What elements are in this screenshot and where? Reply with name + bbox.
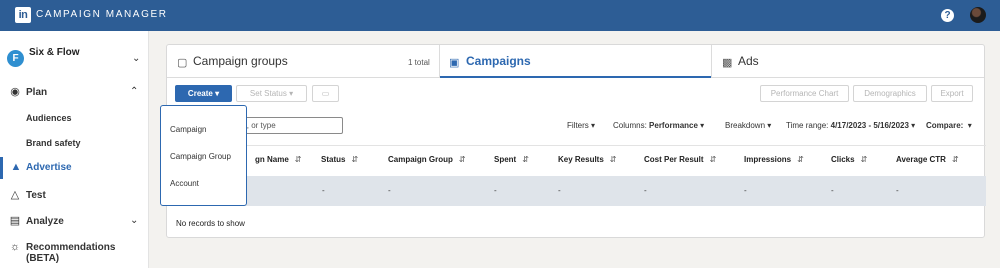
- delete-button[interactable]: ▭: [312, 85, 339, 102]
- filters-label: Filters: [567, 121, 589, 130]
- column-header[interactable]: gn Name ⇵: [255, 155, 302, 164]
- table-cell: -: [644, 186, 647, 195]
- campaign-icon: ▣: [449, 57, 460, 69]
- sidebar-item-advertise[interactable]: ▲ Advertise: [0, 157, 149, 179]
- columns-dropdown[interactable]: Columns: Performance ▾: [613, 121, 704, 130]
- sort-icon: ⇵: [860, 155, 868, 164]
- chevron-down-icon: ⌄: [132, 53, 141, 64]
- column-header[interactable]: Key Results ⇵: [558, 155, 617, 164]
- demographics-button[interactable]: Demographics: [853, 85, 927, 102]
- set-status-button[interactable]: Set Status ▾: [236, 85, 307, 102]
- table-cell: -: [744, 186, 747, 195]
- chevron-up-icon: ⌃: [130, 86, 139, 97]
- sidebar-item-plan[interactable]: ◉ Plan ⌃: [0, 82, 149, 104]
- tab-campaign-groups[interactable]: ▢ Campaign groups 1 total: [167, 45, 439, 78]
- table-header: gn Name ⇵ Status ⇵ Campaign Group ⇵ Spent ⇵ …: [167, 145, 986, 174]
- columns-label: Columns:: [613, 121, 647, 130]
- sidebar-item-audiences[interactable]: Audiences: [0, 108, 149, 130]
- sidebar-item-brand-safety[interactable]: Brand safety: [0, 133, 149, 155]
- chevron-down-icon: ⌄: [130, 215, 139, 226]
- column-header[interactable]: Cost Per Result ⇵: [644, 155, 716, 164]
- breakdown-dropdown[interactable]: Breakdown ▾: [725, 121, 771, 130]
- account-selector[interactable]: F Six & Flow ⌄: [7, 44, 142, 74]
- table-cell: -: [896, 186, 899, 195]
- tab-label: Campaign groups: [193, 54, 288, 68]
- menu-item-campaign[interactable]: Campaign: [170, 125, 206, 134]
- table-cell: -: [831, 186, 834, 195]
- caret-down-icon: ▾: [215, 89, 220, 98]
- sort-icon: ⇵: [351, 155, 359, 164]
- tab-ads[interactable]: ▩ Ads: [712, 45, 984, 78]
- sidebar-item-label: Plan: [26, 87, 48, 98]
- sidebar-item-label: Brand safety: [26, 138, 81, 148]
- sidebar: F Six & Flow ⌄ ◉ Plan ⌃ Audiences Brand …: [0, 31, 149, 268]
- flask-icon: △: [10, 189, 20, 201]
- performance-chart-button[interactable]: Performance Chart: [760, 85, 849, 102]
- sidebar-item-label: Test: [26, 190, 46, 201]
- sort-icon: ⇵: [797, 155, 804, 164]
- app-title: CAMPAIGN MANAGER: [36, 9, 168, 20]
- column-header[interactable]: Clicks ⇵: [831, 155, 867, 164]
- filters-dropdown[interactable]: Filters ▾: [567, 121, 595, 130]
- table-cell: -: [494, 186, 497, 195]
- sidebar-item-test[interactable]: △ Test: [0, 185, 149, 207]
- time-range-selector[interactable]: Time range: 4/17/2023 - 5/16/2023 ▾: [786, 121, 915, 130]
- compare-dropdown[interactable]: Compare: ▾: [926, 121, 972, 130]
- sort-icon: ⇵: [458, 155, 466, 164]
- sidebar-item-label: Recommendations (BETA): [26, 242, 116, 264]
- help-icon[interactable]: ?: [941, 9, 954, 22]
- sidebar-item-analyze[interactable]: ▤ Analyze ⌄: [0, 211, 149, 233]
- time-range-value: 4/17/2023 - 5/16/2023: [830, 121, 909, 130]
- sort-icon: ⇵: [609, 155, 617, 164]
- account-icon: F: [7, 50, 24, 67]
- campaigns-panel: ▢ Campaign groups 1 total ▣ Campaigns ▩ …: [166, 44, 986, 238]
- set-status-label: Set Status: [249, 89, 287, 98]
- folder-icon: ▢: [177, 57, 188, 69]
- column-header[interactable]: Impressions ⇵: [744, 155, 804, 164]
- lightbulb-icon: ☼: [9, 241, 21, 253]
- avatar[interactable]: [970, 7, 986, 23]
- table-cell: -: [388, 186, 391, 195]
- tab-label: Ads: [738, 54, 759, 68]
- sort-icon: ⇵: [294, 155, 302, 164]
- caret-down-icon: ▾: [289, 89, 294, 98]
- sidebar-item-label: Analyze: [26, 216, 64, 227]
- column-header[interactable]: Spent ⇵: [494, 155, 529, 164]
- ad-icon: ▩: [722, 57, 733, 69]
- sort-icon: ⇵: [522, 155, 529, 164]
- column-header[interactable]: Campaign Group ⇵: [388, 155, 466, 164]
- compass-icon: ◉: [10, 86, 20, 98]
- tab-count: 1 total: [408, 58, 430, 67]
- export-button[interactable]: Export: [931, 85, 973, 102]
- account-name: Six & Flow: [29, 47, 80, 58]
- table-row[interactable]: - - - - - - - -: [167, 176, 986, 206]
- compare-label: Compare:: [926, 121, 964, 130]
- table-cell: -: [558, 186, 561, 195]
- column-header[interactable]: Average CTR ⇵: [896, 155, 959, 164]
- create-label: Create: [187, 89, 213, 98]
- sort-icon: ⇵: [709, 155, 717, 164]
- time-range-label: Time range:: [786, 121, 829, 130]
- create-menu: Campaign Campaign Group Account: [160, 105, 247, 206]
- menu-item-account[interactable]: Account: [170, 179, 199, 188]
- sidebar-item-label: Advertise: [26, 162, 72, 173]
- table-cell: -: [322, 186, 325, 195]
- megaphone-icon: ▲: [10, 161, 22, 173]
- top-bar: in CAMPAIGN MANAGER ?: [0, 0, 1000, 31]
- sidebar-item-recommendations[interactable]: ☼ Recommendations (BETA): [0, 237, 149, 264]
- menu-item-campaign-group[interactable]: Campaign Group: [170, 152, 231, 161]
- create-button[interactable]: Create ▾: [175, 85, 232, 102]
- columns-value: Performance: [649, 121, 698, 130]
- column-header[interactable]: Status ⇵: [321, 155, 358, 164]
- bar-chart-icon: ▤: [9, 215, 21, 227]
- tab-campaigns[interactable]: ▣ Campaigns: [440, 45, 711, 78]
- tab-label: Campaigns: [466, 54, 531, 68]
- trash-icon: ▭: [321, 89, 330, 98]
- sidebar-item-label: Audiences: [26, 113, 72, 123]
- empty-state-text: No records to show: [176, 219, 245, 228]
- sort-icon: ⇵: [951, 155, 959, 164]
- search-input[interactable]: D, or type: [235, 117, 343, 134]
- breakdown-label: Breakdown: [725, 121, 766, 130]
- linkedin-logo[interactable]: in: [15, 7, 31, 23]
